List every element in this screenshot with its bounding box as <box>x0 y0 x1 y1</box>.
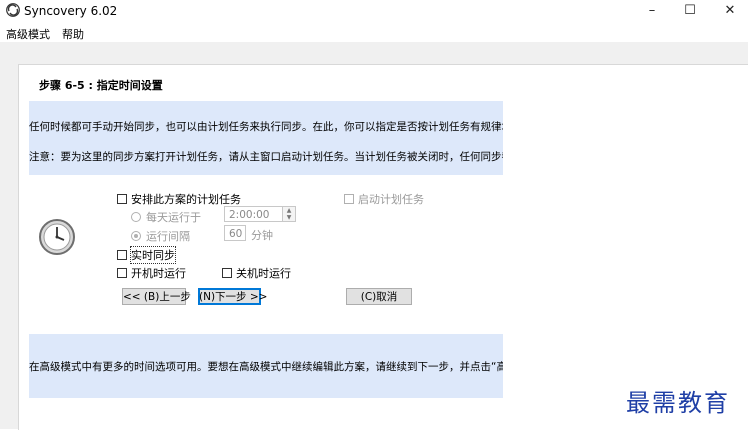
schedule-label: 安排此方案的计划任务 <box>131 193 241 206</box>
checkbox-box[interactable] <box>117 194 127 204</box>
start-scheduler-label: 启动计划任务 <box>358 193 424 206</box>
daily-label: 每天运行于 <box>146 211 201 224</box>
realtime-label: 实时同步 <box>130 246 176 264</box>
checkbox-box[interactable] <box>222 268 232 278</box>
interval-radio[interactable]: 运行间隔 <box>131 228 190 244</box>
menu-bar: 高级模式 帮助 <box>0 22 748 42</box>
daily-time-input[interactable]: 2:00:00 <box>224 206 284 222</box>
menu-help[interactable]: 帮助 <box>62 26 84 42</box>
run-on-shutdown-checkbox[interactable]: 关机时运行 <box>222 265 291 281</box>
info-text-schedule: 任何时候都可手动开始同步，也可以由计划任务来执行同步。在此，你可以指定是否按计划… <box>29 121 503 133</box>
close-button[interactable]: ✕ <box>712 0 748 22</box>
radio-circle[interactable] <box>131 212 141 222</box>
checkbox-box[interactable] <box>117 250 127 260</box>
window-title: Syncovery 6.02 <box>24 4 118 18</box>
content-area: 步骤 6-5 : 指定时间设置 任何时候都可手动开始同步，也可以由计划任务来执行… <box>0 42 748 430</box>
radio-circle[interactable] <box>131 231 141 241</box>
watermark-text: 最需教育 <box>626 389 730 417</box>
interval-label: 运行间隔 <box>146 230 190 243</box>
back-button[interactable]: << (B)上一步 <box>122 288 191 305</box>
next-button[interactable]: (N)下一步 >> <box>198 288 267 305</box>
info-panel-top: 任何时候都可手动开始同步，也可以由计划任务来执行同步。在此，你可以指定是否按计划… <box>29 101 503 175</box>
info-text-note: 注意：要为这里的同步方案打开计划任务，请从主窗口启动计划任务。当计划任务被关闭时… <box>29 151 503 163</box>
menu-advanced-mode[interactable]: 高级模式 <box>6 26 50 42</box>
interval-input[interactable]: 60 <box>224 225 246 241</box>
cancel-button[interactable]: (C)取消 <box>346 288 412 305</box>
time-spinner[interactable]: ▲ ▼ <box>282 206 296 222</box>
daily-radio[interactable]: 每天运行于 <box>131 209 201 225</box>
run-on-shutdown-label: 关机时运行 <box>236 267 291 280</box>
title-bar: Syncovery 6.02 – ☐ ✕ <box>0 0 748 22</box>
info-text-advanced: 在高级模式中有更多的时间选项可用。要想在高级模式中继续编辑此方案，请继续到下一步… <box>29 361 503 373</box>
clock-icon <box>39 219 75 255</box>
wizard-page: 步骤 6-5 : 指定时间设置 任何时候都可手动开始同步，也可以由计划任务来执行… <box>18 64 748 430</box>
realtime-checkbox[interactable]: 实时同步 <box>117 246 176 264</box>
checkbox-box[interactable] <box>344 194 354 204</box>
start-scheduler-checkbox[interactable]: 启动计划任务 <box>344 191 424 207</box>
checkbox-box[interactable] <box>117 268 127 278</box>
run-on-startup-label: 开机时运行 <box>131 267 186 280</box>
schedule-checkbox[interactable]: 安排此方案的计划任务 <box>117 191 241 207</box>
maximize-button[interactable]: ☐ <box>672 0 708 22</box>
minimize-button[interactable]: – <box>634 0 670 22</box>
info-panel-bottom: 在高级模式中有更多的时间选项可用。要想在高级模式中继续编辑此方案，请继续到下一步… <box>29 334 503 398</box>
interval-unit: 分钟 <box>251 229 273 242</box>
syncovery-app-icon <box>6 3 20 17</box>
run-on-startup-checkbox[interactable]: 开机时运行 <box>117 265 186 281</box>
step-title: 步骤 6-5 : 指定时间设置 <box>39 79 163 92</box>
